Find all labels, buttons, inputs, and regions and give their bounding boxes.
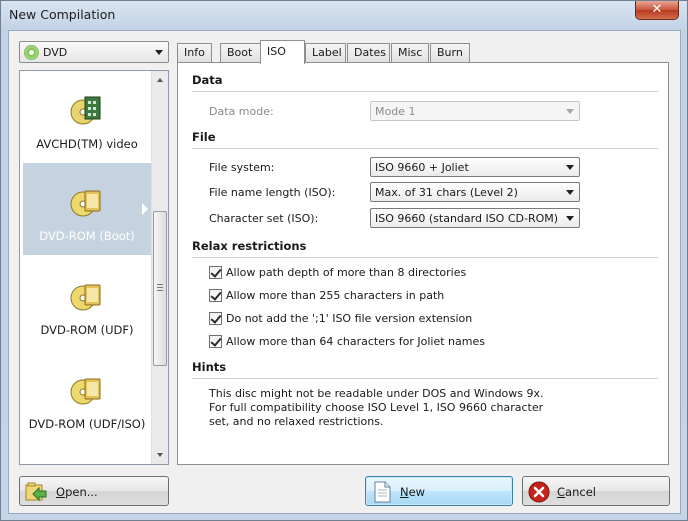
list-item-label: DVD-ROM (UDF/ISO): [28, 417, 146, 431]
scroll-up-icon[interactable]: [157, 78, 163, 82]
chevron-down-icon: [566, 109, 574, 114]
tab-iso[interactable]: ISO: [260, 40, 305, 64]
scroll-down-icon[interactable]: [157, 453, 163, 457]
tab-info[interactable]: Info: [177, 43, 212, 63]
file-name-length-value: Max. of 31 chars (Level 2): [375, 186, 518, 199]
compilation-type-list[interactable]: AVCHD(TM) video DVD-ROM (Boot) DVD-ROM (…: [19, 70, 169, 465]
scroll-thumb[interactable]: [153, 211, 167, 366]
file-system-dropdown[interactable]: ISO 9660 + Joliet: [370, 157, 580, 177]
chevron-down-icon: [566, 165, 574, 170]
dvd-rom-boot-icon: [70, 190, 101, 217]
checkbox-checked[interactable]: [209, 266, 222, 279]
data-mode-dropdown: Mode 1: [370, 101, 580, 121]
checkbox-label: Do not add the ';1' ISO file version ext…: [226, 312, 473, 325]
divider: [192, 378, 658, 379]
checkbox-label: Allow more than 64 characters for Joliet…: [226, 335, 485, 348]
tab-misc[interactable]: Misc: [391, 43, 429, 63]
list-item-dvd-rom-udf[interactable]: DVD-ROM (UDF): [23, 257, 151, 349]
checkbox-checked[interactable]: [209, 289, 222, 302]
selection-arrow-icon: [142, 203, 148, 215]
divider: [192, 257, 658, 258]
tab-label[interactable]: Label: [305, 43, 346, 63]
new-button-label: New: [400, 485, 426, 499]
section-heading-relax: Relax restrictions: [192, 239, 307, 253]
new-button[interactable]: New: [365, 476, 513, 506]
list-item-label: AVCHD(TM) video: [36, 137, 138, 151]
list-item-label: DVD-ROM (UDF): [40, 323, 134, 337]
data-mode-label: Data mode:: [209, 105, 274, 118]
character-set-dropdown[interactable]: ISO 9660 (standard ISO CD-ROM): [370, 208, 580, 228]
title-bar[interactable]: New Compilation ✕: [1, 1, 687, 29]
hints-text: This disc might not be readable under DO…: [209, 387, 544, 428]
avchd-video-icon: [70, 96, 101, 125]
list-item-dvd-rom-boot[interactable]: DVD-ROM (Boot): [23, 163, 151, 255]
divider: [192, 91, 658, 92]
checkbox-checked[interactable]: [209, 335, 222, 348]
chevron-down-icon: [155, 50, 163, 55]
file-name-length-label: File name length (ISO):: [209, 186, 336, 199]
dvd-rom-udf-icon: [70, 284, 101, 311]
checkbox-checked[interactable]: [209, 312, 222, 325]
media-type-dropdown[interactable]: DVD: [19, 41, 169, 63]
cancel-icon: [528, 481, 550, 503]
list-item-dvd-rom-udf-iso[interactable]: DVD-ROM (UDF/ISO): [23, 351, 151, 443]
new-document-icon: [374, 481, 391, 503]
file-system-label: File system:: [209, 161, 275, 174]
close-button[interactable]: ✕: [635, 1, 679, 20]
window-title: New Compilation: [9, 7, 116, 22]
divider: [192, 148, 658, 149]
cancel-button-label: Cancel: [557, 485, 596, 499]
dvd-rom-udf-iso-icon: [70, 378, 101, 405]
new-compilation-window: New Compilation ✕ DVD AVCHD(TM) video DV…: [0, 0, 688, 521]
checkbox-label: Allow path depth of more than 8 director…: [226, 266, 467, 279]
section-heading-hints: Hints: [192, 360, 227, 374]
open-button[interactable]: Open...: [19, 476, 169, 506]
character-set-value: ISO 9660 (standard ISO CD-ROM): [375, 212, 559, 225]
checkbox-label: Allow more than 255 characters in path: [226, 289, 445, 302]
tab-boot[interactable]: Boot: [220, 43, 261, 63]
iso-tab-panel: Data Data mode: Mode 1 File File system:…: [177, 62, 669, 465]
section-heading-data: Data: [192, 73, 223, 87]
cancel-button[interactable]: Cancel: [522, 476, 670, 506]
tab-dates[interactable]: Dates: [347, 43, 390, 63]
media-type-value: DVD: [43, 46, 68, 59]
file-system-value: ISO 9660 + Joliet: [375, 161, 469, 174]
list-item-avchd[interactable]: AVCHD(TM) video: [23, 71, 151, 163]
chevron-down-icon: [566, 190, 574, 195]
open-folder-icon: [25, 482, 47, 502]
list-scrollbar[interactable]: [151, 71, 168, 464]
data-mode-value: Mode 1: [375, 105, 416, 118]
character-set-label: Character set (ISO):: [209, 212, 319, 225]
tab-burn[interactable]: Burn: [430, 43, 470, 63]
section-heading-file: File: [192, 130, 216, 144]
open-button-label: Open...: [56, 485, 98, 499]
list-item-label: DVD-ROM (Boot): [39, 229, 135, 243]
file-name-length-dropdown[interactable]: Max. of 31 chars (Level 2): [370, 182, 580, 202]
dialog-client: DVD AVCHD(TM) video DVD-ROM (Boot) DVD-R…: [8, 30, 681, 514]
grip-icon: [157, 284, 163, 291]
chevron-down-icon: [566, 216, 574, 221]
dvd-disc-icon: [24, 45, 39, 60]
